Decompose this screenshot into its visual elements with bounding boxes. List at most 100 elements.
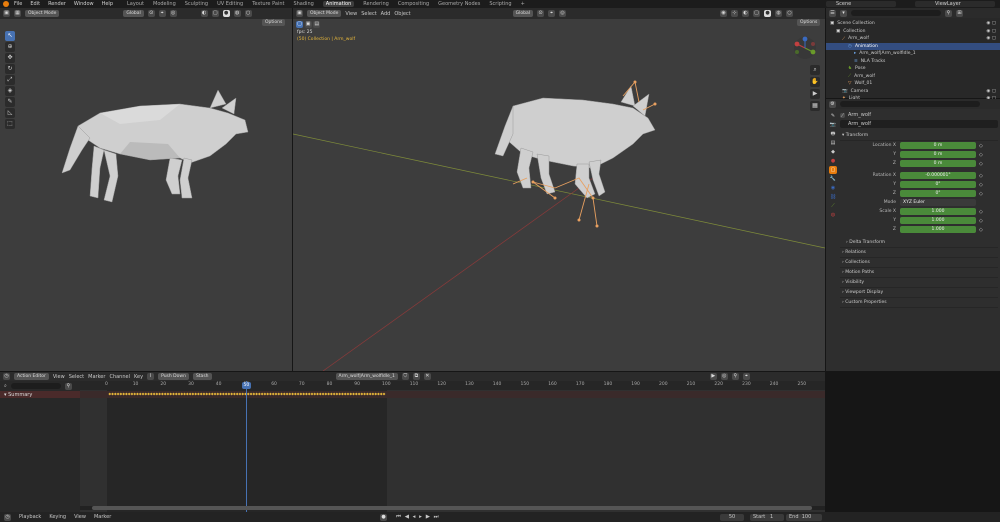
record-icon[interactable]: ●	[380, 513, 387, 521]
summary-channel[interactable]: ▾ Summary	[0, 391, 80, 398]
tab-uv-editing[interactable]: UV Editing	[217, 1, 243, 7]
interpolation-icon[interactable]: ⌇	[147, 373, 155, 380]
keyframe-diamond[interactable]	[169, 392, 173, 396]
keyframe-diamond[interactable]	[282, 392, 286, 396]
keyframe-diamond[interactable]	[299, 392, 303, 396]
outliner-item[interactable]: ≡ NLA Tracks	[826, 58, 1000, 66]
keyframe-diamond[interactable]	[174, 392, 178, 396]
location-y-field[interactable]: 0 m	[900, 151, 976, 158]
dopesheet-editor-icon[interactable]: ◷	[3, 373, 10, 380]
keyframe-diamond[interactable]	[318, 392, 322, 396]
perspective-icon[interactable]: ▦	[810, 101, 820, 111]
tab-scripting[interactable]: Scripting	[489, 1, 511, 7]
keying-menu[interactable]: Keying	[49, 514, 66, 520]
new-collection-icon[interactable]: ⊞	[956, 9, 963, 17]
location-x-field[interactable]: 0 m	[900, 142, 976, 149]
keyframe-dot-icon[interactable]: ◇	[979, 218, 983, 224]
keyframe-diamond[interactable]	[196, 392, 200, 396]
push-down-button[interactable]: Push Down	[158, 373, 189, 380]
keyframe-diamond[interactable]	[329, 392, 333, 396]
keyframe-diamond[interactable]	[377, 392, 380, 396]
keyframe-diamond[interactable]	[122, 392, 126, 396]
physics-tab-icon[interactable]: ◉	[829, 184, 837, 192]
main-3d-viewport[interactable]: ▣ Object Mode View Select Add Object Glo…	[293, 8, 825, 371]
keyframe-diamond[interactable]	[238, 392, 242, 396]
armature-data-tab-icon[interactable]: ⟋	[829, 202, 837, 210]
channel-filter-icon[interactable]: ⚲	[64, 382, 72, 390]
keyframe-diamond[interactable]	[371, 392, 375, 396]
keyframe-diamond[interactable]	[227, 392, 231, 396]
menu-file[interactable]: File	[14, 1, 22, 7]
start-frame-field[interactable]: Start 1	[750, 513, 784, 521]
delta-transform-section[interactable]: › Delta Transform	[840, 238, 998, 248]
keyframe-diamond[interactable]	[379, 392, 383, 396]
horizontal-scrollbar[interactable]	[80, 506, 825, 510]
keyframe-diamond[interactable]	[213, 392, 217, 396]
summary-keyframes[interactable]	[80, 391, 825, 398]
visibility-section[interactable]: › Visibility	[840, 278, 998, 288]
keyframe-diamond[interactable]	[224, 392, 228, 396]
keyframe-diamond[interactable]	[216, 392, 220, 396]
keyframe-diamond[interactable]	[263, 392, 267, 396]
outliner-item[interactable]: ▸ Arm_wolf|Arm_wolfIdle_1	[826, 50, 1000, 58]
tab-modeling[interactable]: Modeling	[153, 1, 176, 7]
keyframe-dot-icon[interactable]: ◇	[979, 173, 983, 179]
pan-icon[interactable]: ✋	[810, 77, 820, 87]
scale-x-field[interactable]: 1.000	[900, 208, 976, 215]
keyframe-diamond[interactable]	[363, 392, 367, 396]
keyframe-diamond[interactable]	[108, 392, 112, 396]
keyframe-diamond[interactable]	[177, 392, 181, 396]
transform-section-header[interactable]: ▾ Transform	[840, 131, 998, 141]
keyframe-diamond[interactable]	[252, 392, 256, 396]
unlink-action-icon[interactable]: ✕	[423, 373, 431, 380]
ae-menu-view[interactable]: View	[53, 374, 65, 380]
tab-texture-paint[interactable]: Texture Paint	[252, 1, 284, 7]
rotation-z-field[interactable]: 0°	[900, 190, 976, 197]
keyframe-diamond[interactable]	[119, 392, 123, 396]
keyframe-diamond[interactable]	[374, 392, 378, 396]
keyframe-dot-icon[interactable]: ◇	[979, 227, 983, 233]
keyframe-diamond[interactable]	[341, 392, 344, 396]
tool-tab-icon[interactable]: ✎	[829, 112, 837, 120]
tab-geometry-nodes[interactable]: Geometry Nodes	[438, 1, 480, 7]
keyframe-diamond[interactable]	[249, 392, 253, 396]
keyframe-diamond[interactable]	[302, 392, 306, 396]
visibility-eye-icon[interactable]: ◉ ▢	[986, 36, 996, 41]
outliner-item[interactable]: ▣ Scene Collection ◉ ▢	[826, 20, 1000, 28]
keyframe-diamond[interactable]	[255, 392, 258, 396]
keyframe-diamond[interactable]	[277, 392, 281, 396]
properties-search-input[interactable]	[840, 101, 980, 107]
keyframe-diamond[interactable]	[210, 392, 214, 396]
keyframe-diamond[interactable]	[172, 392, 175, 396]
visibility-eye-icon[interactable]: ◉ ▢	[986, 29, 996, 34]
keyframe-diamond[interactable]	[246, 392, 250, 396]
keyframe-diamond[interactable]	[269, 392, 272, 396]
filters-icon[interactable]: ⚲	[731, 373, 739, 380]
keyframe-diamond[interactable]	[352, 392, 355, 396]
keyframe-diamond[interactable]	[160, 392, 164, 396]
tab-sculpting[interactable]: Sculpting	[185, 1, 208, 7]
relations-section[interactable]: › Relations	[840, 248, 998, 258]
keyframe-diamond[interactable]	[360, 392, 364, 396]
scene-selector[interactable]: Scene	[826, 1, 896, 7]
keyframe-diamond[interactable]	[316, 392, 319, 396]
new-action-icon[interactable]: ⧉	[412, 373, 420, 380]
playback-controls[interactable]: ⏮ ◀ ◂ ▸ ▶ ⏭	[396, 514, 440, 521]
keyframe-diamond[interactable]	[324, 392, 328, 396]
menu-help[interactable]: Help	[102, 1, 113, 7]
keyframe-diamond[interactable]	[144, 392, 148, 396]
outliner-search-input[interactable]	[851, 10, 941, 16]
keyframe-diamond[interactable]	[180, 392, 184, 396]
keyframe-diamond[interactable]	[183, 392, 186, 396]
keyframe-diamond[interactable]	[271, 392, 275, 396]
keyframe-dot-icon[interactable]: ◇	[979, 143, 983, 149]
keyframe-diamond[interactable]	[338, 392, 342, 396]
keyframe-diamond[interactable]	[188, 392, 192, 396]
keyframe-diamond[interactable]	[349, 392, 353, 396]
keyframe-diamond[interactable]	[327, 392, 331, 396]
view-menu[interactable]: View	[74, 514, 86, 520]
playback-menu[interactable]: Playback	[19, 514, 41, 520]
keyframe-dot-icon[interactable]: ◇	[979, 161, 983, 167]
keyframe-diamond[interactable]	[205, 392, 209, 396]
output-tab-icon[interactable]: 🖶	[829, 130, 837, 138]
